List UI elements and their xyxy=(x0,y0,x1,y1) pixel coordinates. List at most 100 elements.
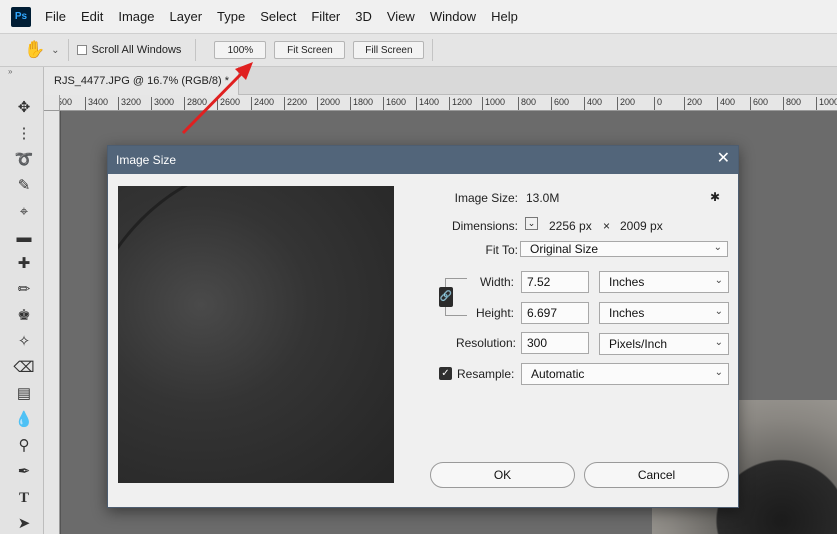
move-tool-icon[interactable]: ✥ xyxy=(12,98,36,118)
ruler-tick: 1600 xyxy=(383,97,406,110)
ruler-tick: 0 xyxy=(654,97,662,110)
menu-3d[interactable]: 3D xyxy=(355,9,372,24)
menu-image[interactable]: Image xyxy=(118,9,154,24)
lasso-tool-icon[interactable]: ➰ xyxy=(12,150,36,170)
menu-select[interactable]: Select xyxy=(260,9,296,24)
ruler-tick: 600 xyxy=(551,97,569,110)
menu-help[interactable]: Help xyxy=(491,9,518,24)
document-tab[interactable]: RJS_4477.JPG @ 16.7% (RGB/8) * xyxy=(44,67,239,95)
ruler-tick: 200 xyxy=(617,97,635,110)
resolution-input[interactable]: 300 xyxy=(521,332,589,354)
ruler-tick: 600 xyxy=(750,97,768,110)
horizontal-ruler[interactable]: 500 3400 3200 3000 2800 2600 2400 2200 2… xyxy=(60,95,837,111)
fit-to-select[interactable]: Original Size ⌄ xyxy=(520,241,728,257)
width-input[interactable]: 7.52 xyxy=(521,271,589,293)
scroll-all-windows-label: Scroll All Windows xyxy=(91,44,182,56)
chevron-down-icon[interactable]: ⌄ xyxy=(51,45,59,56)
height-unit-value: Inches xyxy=(609,306,645,320)
fit-screen-button[interactable]: Fit Screen xyxy=(274,41,346,59)
gear-icon[interactable]: ✱ xyxy=(710,190,720,204)
chevron-down-icon: ⌄ xyxy=(714,306,723,317)
resolution-label: Resolution: xyxy=(455,336,516,350)
hand-icon[interactable]: ✋ xyxy=(24,40,45,60)
ruler-tick: 2200 xyxy=(284,97,307,110)
vertical-ruler[interactable] xyxy=(44,111,60,534)
quick-select-tool-icon[interactable]: ✎ xyxy=(12,176,36,196)
ruler-tick: 1000 xyxy=(482,97,505,110)
ruler-tick: 2800 xyxy=(184,97,207,110)
checkbox-box[interactable] xyxy=(76,45,87,55)
resample-value: Automatic xyxy=(531,367,585,381)
stamp-tool-icon[interactable]: ♚ xyxy=(12,306,36,326)
pen-tool-icon[interactable]: ✒ xyxy=(12,462,36,482)
gradient-tool-icon[interactable]: ▤ xyxy=(12,384,36,404)
menu-view[interactable]: View xyxy=(387,9,415,24)
image-size-value: 13.0M xyxy=(526,191,560,205)
ruler-tick: 800 xyxy=(783,97,801,110)
image-size-label: Image Size: xyxy=(454,191,518,205)
panel-collapse-icon[interactable]: » xyxy=(0,67,43,77)
width-unit-value: Inches xyxy=(609,275,645,289)
crop-tool-icon[interactable]: ⌖ xyxy=(12,202,36,222)
height-label: Height: xyxy=(475,306,514,320)
photoshop-logo-icon: Ps xyxy=(11,6,31,27)
divider xyxy=(195,39,197,61)
ruler-origin[interactable] xyxy=(44,95,60,111)
resample-checkbox[interactable]: ✓ xyxy=(439,367,452,380)
menu-edit[interactable]: Edit xyxy=(81,9,103,24)
healing-brush-tool-icon[interactable]: ✚ xyxy=(12,254,36,274)
menu-file[interactable]: File xyxy=(45,9,66,24)
ruler-tick: 1400 xyxy=(416,97,439,110)
width-unit-select[interactable]: Inches ⌄ xyxy=(599,271,729,293)
dialog-titlebar[interactable]: Image Size ✕ xyxy=(108,146,738,174)
options-bar: ✋ ⌄ Scroll All Windows 100% Fit Screen F… xyxy=(0,33,837,67)
image-preview[interactable] xyxy=(118,186,394,483)
ruler-tick: 200 xyxy=(684,97,702,110)
ruler-tick: 400 xyxy=(717,97,735,110)
scroll-all-windows-checkbox[interactable]: Scroll All Windows xyxy=(76,44,182,56)
menu-layer[interactable]: Layer xyxy=(170,9,203,24)
resample-label: Resample: xyxy=(457,367,515,381)
dimensions-width: 2256 px xyxy=(549,219,592,233)
ruler-tick: 1200 xyxy=(449,97,472,110)
chevron-down-icon: ⌄ xyxy=(714,337,723,348)
divider xyxy=(67,39,69,61)
marquee-tool-icon[interactable]: ⋮ xyxy=(12,124,36,144)
close-icon[interactable]: ✕ xyxy=(717,151,730,167)
ruler-tick: 400 xyxy=(584,97,602,110)
menu-window[interactable]: Window xyxy=(430,9,476,24)
cancel-button[interactable]: Cancel xyxy=(584,462,729,488)
document-tab-strip: RJS_4477.JPG @ 16.7% (RGB/8) * xyxy=(44,67,837,95)
chevron-down-icon: ⌄ xyxy=(713,242,722,253)
fit-to-value: Original Size xyxy=(530,242,599,256)
history-brush-tool-icon[interactable]: ✧ xyxy=(12,332,36,352)
dimensions-times: × xyxy=(603,219,611,233)
constrain-proportions-link-icon[interactable]: 🔗 xyxy=(439,287,453,307)
menu-filter[interactable]: Filter xyxy=(311,9,340,24)
dimensions-label: Dimensions: xyxy=(451,219,518,233)
brush-tool-icon[interactable]: ✏ xyxy=(12,280,36,300)
ruler-tick: 2400 xyxy=(251,97,274,110)
ruler-tick: 1800 xyxy=(350,97,373,110)
fill-screen-button[interactable]: Fill Screen xyxy=(353,41,425,59)
ruler-tick: 500 xyxy=(60,97,72,110)
resample-select[interactable]: Automatic ⌄ xyxy=(521,363,729,385)
resolution-unit-value: Pixels/Inch xyxy=(609,337,668,351)
dodge-tool-icon[interactable]: ⚲ xyxy=(12,436,36,456)
ok-button[interactable]: OK xyxy=(430,462,575,488)
type-tool-icon[interactable]: T xyxy=(12,488,36,508)
path-select-tool-icon[interactable]: ➤ xyxy=(12,514,36,534)
resolution-unit-select[interactable]: Pixels/Inch ⌄ xyxy=(599,333,729,355)
ruler-tick: 3200 xyxy=(118,97,141,110)
height-unit-select[interactable]: Inches ⌄ xyxy=(599,302,729,324)
fit-to-label: Fit To: xyxy=(485,243,518,257)
ruler-tick: 3000 xyxy=(151,97,174,110)
ruler-tool-icon[interactable]: ▬ xyxy=(12,228,36,248)
height-input[interactable]: 6.697 xyxy=(521,302,589,324)
menu-type[interactable]: Type xyxy=(217,9,245,24)
eraser-tool-icon[interactable]: ⌫ xyxy=(12,358,36,378)
zoom-100-button[interactable]: 100% xyxy=(214,41,267,59)
blur-tool-icon[interactable]: 💧 xyxy=(12,410,36,430)
dimensions-dropdown-icon[interactable]: ⌄ xyxy=(525,217,538,230)
ruler-tick: 1000 xyxy=(816,97,837,110)
